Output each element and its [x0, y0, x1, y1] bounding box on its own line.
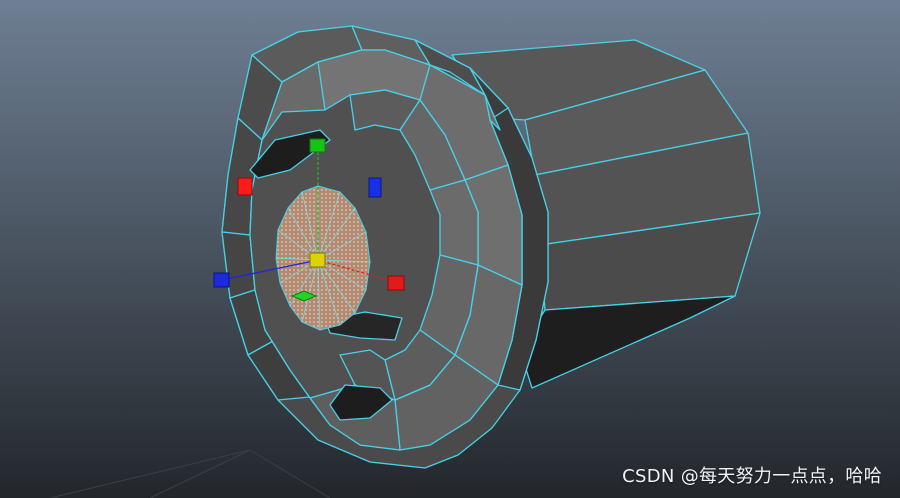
3d-viewport[interactable]: CSDN @每天努力一点点，哈哈	[0, 0, 900, 498]
z-axis-handle-icon[interactable]	[213, 272, 230, 288]
red-scale-handle-icon[interactable]	[237, 177, 253, 196]
yellow-center-handle-icon[interactable]	[309, 252, 326, 268]
x-axis-handle-icon[interactable]	[387, 275, 405, 291]
y-axis-handle-icon[interactable]	[309, 138, 326, 153]
watermark: CSDN @每天努力一点点，哈哈	[622, 466, 882, 487]
blue-scale-handle-icon[interactable]	[368, 177, 382, 198]
